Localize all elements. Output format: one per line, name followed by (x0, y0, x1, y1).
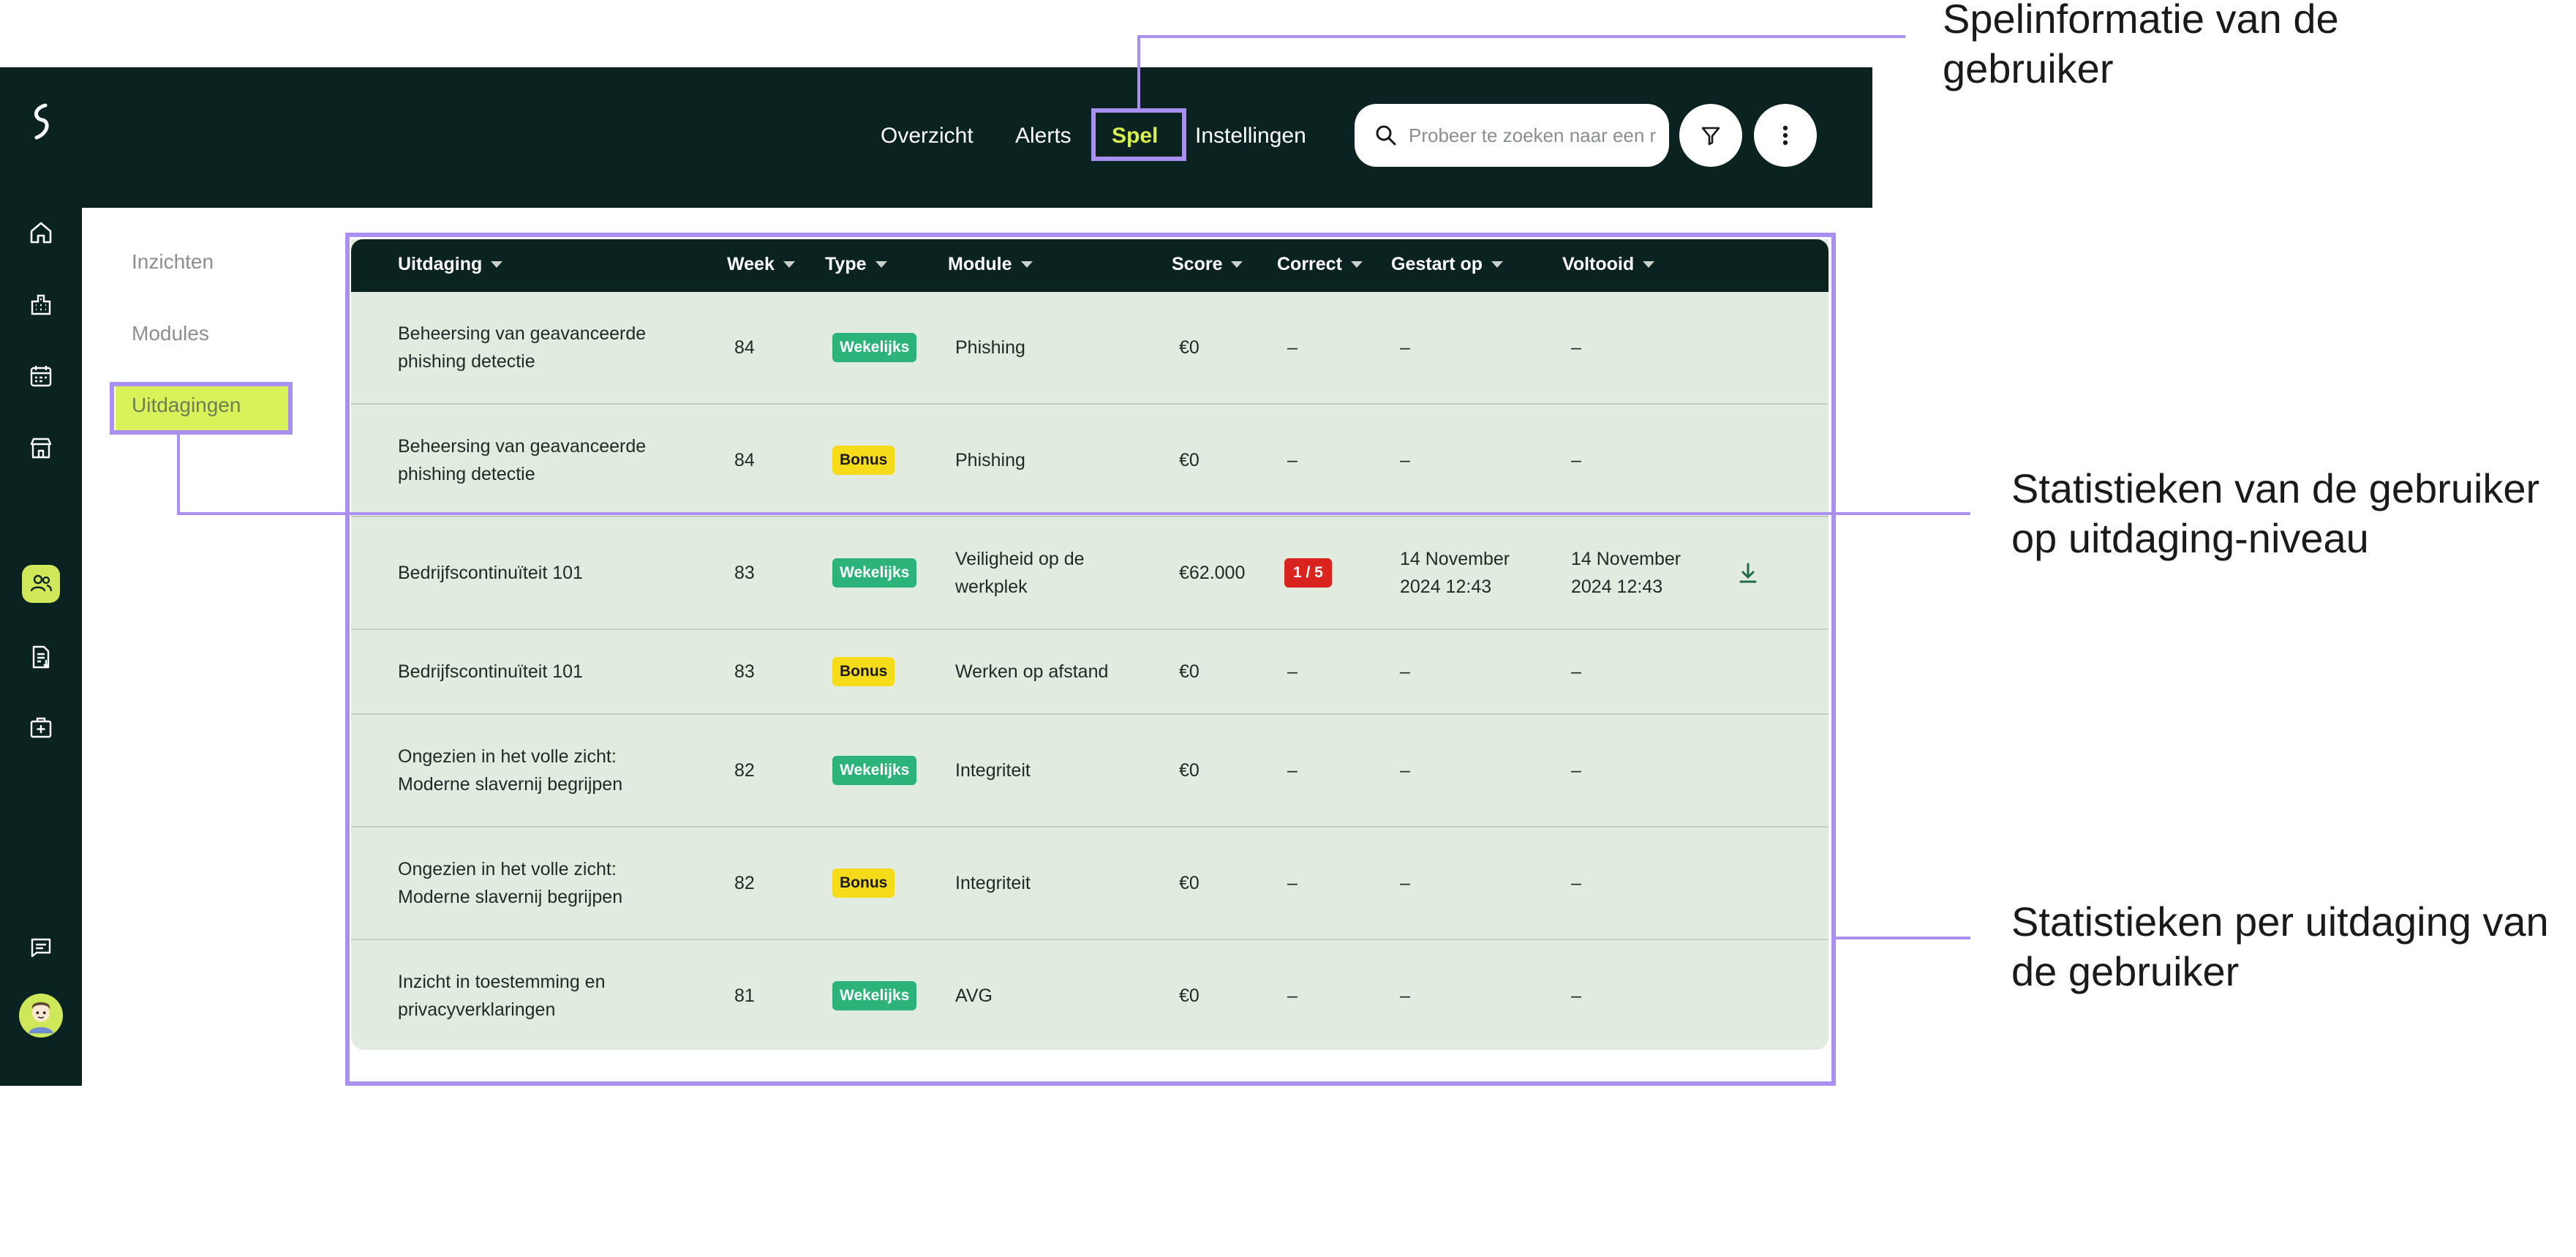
medical-icon[interactable] (22, 708, 60, 746)
search-icon (1376, 125, 1396, 146)
search-box (1355, 104, 1669, 167)
annotation-connector (1137, 35, 1905, 38)
building-icon[interactable] (22, 285, 60, 323)
filter-button[interactable] (1679, 104, 1742, 167)
chat-icon[interactable] (22, 928, 60, 966)
calendar-icon[interactable] (22, 357, 60, 395)
more-vertical-icon (1782, 125, 1788, 146)
report-icon[interactable] (22, 638, 60, 676)
annotation-connector (1137, 35, 1140, 110)
annotation-connector (1834, 937, 1970, 939)
app-logo[interactable] (26, 101, 56, 142)
sidebar (0, 67, 82, 1086)
tab-overzicht[interactable]: Overzicht (881, 116, 973, 157)
filter-icon (1701, 127, 1720, 146)
annotation-box-spel (1091, 108, 1186, 161)
annotation-per-challenge: Statistieken per uitdaging van de gebruik… (2011, 898, 2549, 994)
submenu-modules[interactable]: Modules (132, 322, 209, 345)
users-icon[interactable] (22, 565, 60, 603)
annotation-connector (177, 433, 180, 515)
avatar[interactable] (19, 994, 63, 1038)
tab-instellingen[interactable]: Instellingen (1195, 116, 1306, 157)
more-options-button[interactable] (1754, 104, 1817, 167)
top-navigation-bar: Overzicht Alerts Spel Instellingen (82, 67, 1872, 208)
search-input[interactable] (1409, 124, 1657, 147)
annotation-challenge-level: Statistieken van de gebruiker op uitdagin… (2011, 465, 2540, 561)
home-icon[interactable] (22, 214, 60, 252)
submenu-inzichten[interactable]: Inzichten (132, 250, 214, 274)
annotation-game-info: Spelinformatie van de gebruiker (1943, 0, 2339, 91)
store-icon[interactable] (22, 429, 60, 467)
annotation-box-table (345, 233, 1836, 1086)
tab-alerts[interactable]: Alerts (1015, 116, 1072, 157)
annotation-box-uitdagingen (110, 382, 293, 435)
